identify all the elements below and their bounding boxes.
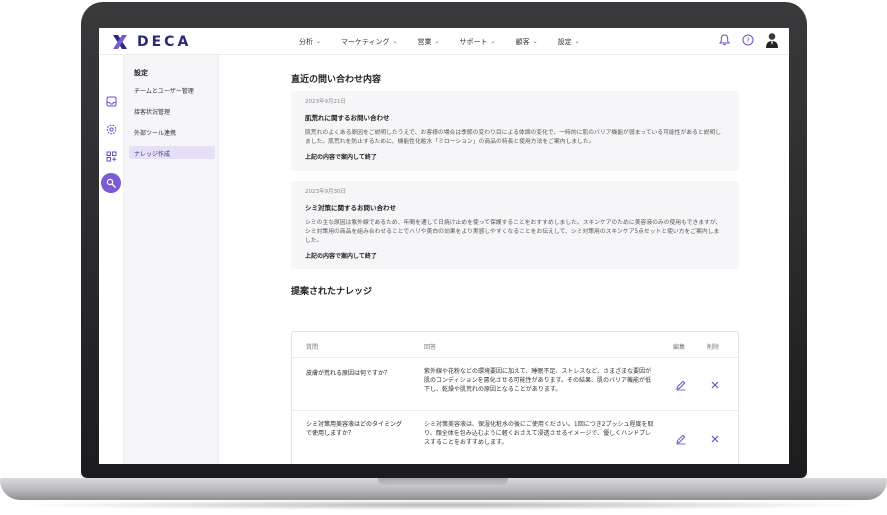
apps-add-icon[interactable]	[104, 149, 118, 163]
inquiry-date: 2023年9月30日	[305, 189, 346, 195]
submenu-item-external-tools[interactable]: 外部ツール連携	[134, 128, 176, 137]
chevron-down-icon: ⌄	[316, 38, 322, 45]
app-screen: DECA 分析 ⌄ マーケティング ⌄ 営業 ⌄ サポート ⌄ 顧客 ⌄ 設定 …	[99, 28, 789, 464]
nav-item-label: 設定	[557, 37, 572, 46]
inquiry-status: 上記の内容で案内して終了	[305, 154, 377, 161]
settings-gear-icon[interactable]	[104, 122, 118, 136]
nav-item-analytics[interactable]: 分析 ⌄	[299, 37, 321, 47]
inquiry-body: シミの主な原因は紫外線であるため、年間を通して日焼け止めを使って保護することをお…	[305, 220, 722, 244]
wrench-icon[interactable]	[101, 173, 121, 193]
recent-inquiries-title: 直近の問い合わせ内容	[291, 75, 382, 85]
submenu-item-team-users[interactable]: チームとユーザー管理	[134, 86, 194, 95]
column-header-answer: 回答	[424, 344, 437, 351]
column-header-edit: 編集	[673, 344, 686, 351]
nav-item-sales[interactable]: 営業 ⌄	[418, 37, 440, 47]
nav-item-label: マーケティング	[341, 37, 390, 46]
header-actions: ?	[717, 33, 779, 48]
inbox-icon[interactable]	[104, 94, 118, 108]
help-circle-icon[interactable]: ?	[741, 33, 755, 47]
top-navigation-bar: DECA 分析 ⌄ マーケティング ⌄ 営業 ⌄ サポート ⌄ 顧客 ⌄ 設定 …	[99, 28, 789, 55]
chevron-down-icon: ⌄	[490, 38, 496, 45]
logo-text: DECA	[137, 34, 192, 50]
main-content: 直近の問い合わせ内容 2023年9月21日 肌荒れに関するお問い合わせ 肌荒れの…	[219, 55, 789, 464]
knowledge-table: 質問 回答 編集 削除 皮膚が荒れる原因は何ですか？ 紫外線や花粉などの環境要因…	[291, 331, 739, 464]
nav-item-label: 顧客	[515, 37, 530, 46]
nav-item-label: 営業	[417, 37, 432, 46]
inquiry-card[interactable]: 2023年9月30日 シミ対策に関するお問い合わせ シミの主な原因は紫外線である…	[291, 181, 739, 269]
nav-item-label: サポート	[459, 37, 488, 46]
knowledge-answer: 紫外線や花粉などの環境要因に加えて、睡眠不足、ストレスなど、さまざまな要因が肌の…	[424, 368, 652, 393]
deca-logo-mark-icon	[113, 35, 127, 49]
edit-icon[interactable]	[675, 433, 687, 445]
nav-item-support[interactable]: サポート ⌄	[460, 37, 496, 47]
laptop-notch	[378, 478, 508, 487]
delete-icon[interactable]	[709, 379, 721, 391]
user-avatar[interactable]	[765, 33, 779, 48]
table-row: 皮膚が荒れる原因は何ですか？ 紫外線や花粉などの環境要因に加えて、睡眠不足、スト…	[292, 358, 738, 411]
deca-logo[interactable]: DECA	[111, 33, 191, 51]
inquiry-status: 上記の内容で案内して終了	[305, 253, 377, 260]
laptop-shadow	[10, 500, 877, 510]
main-menu: 分析 ⌄ マーケティング ⌄ 営業 ⌄ サポート ⌄ 顧客 ⌄ 設定 ⌄	[299, 28, 580, 55]
chevron-down-icon: ⌄	[574, 38, 580, 45]
chevron-down-icon: ⌄	[434, 38, 440, 45]
settings-submenu: 設定 チームとユーザー管理 接客状況管理 外部ツール連携 ナレッジ作成	[124, 55, 219, 464]
edit-icon[interactable]	[675, 379, 687, 391]
delete-icon[interactable]	[709, 433, 721, 445]
knowledge-answer: シミ対策美容液は、保湿化粧水の後にご使用ください。1回につき2プッシュ程度を取り…	[424, 421, 654, 446]
submenu-title: 設定	[134, 69, 148, 77]
icon-rail	[99, 55, 124, 464]
submenu-item-service-status[interactable]: 接客状況管理	[134, 107, 170, 116]
column-header-delete: 削除	[707, 344, 720, 351]
svg-text:?: ?	[746, 37, 750, 45]
nav-item-customers[interactable]: 顧客 ⌄	[516, 37, 538, 47]
knowledge-question: 皮膚が荒れる原因は何ですか？	[306, 370, 391, 377]
suggested-knowledge-title: 提案されたナレッジ	[291, 287, 373, 297]
inquiry-date: 2023年9月21日	[305, 99, 346, 105]
bell-icon[interactable]	[717, 33, 731, 47]
inquiry-subject: シミ対策に関するお問い合わせ	[305, 204, 396, 212]
inquiry-subject: 肌荒れに関するお問い合わせ	[305, 114, 390, 122]
knowledge-question: シミ対策用美容液はどのタイミングで使用しますか？	[306, 421, 403, 437]
table-header: 質問 回答 編集 削除	[292, 332, 738, 358]
chevron-down-icon: ⌄	[532, 38, 538, 45]
nav-item-settings[interactable]: 設定 ⌄	[558, 37, 580, 47]
chevron-down-icon: ⌄	[392, 38, 398, 45]
nav-item-marketing[interactable]: マーケティング ⌄	[341, 37, 397, 47]
nav-item-label: 分析	[299, 37, 313, 46]
inquiry-body: 肌荒れのよくある原因をご説明したうえで、お客様の場合は季節の変わり目による体調の…	[305, 130, 722, 145]
submenu-item-knowledge-creation[interactable]: ナレッジ作成	[129, 146, 215, 159]
inquiry-card[interactable]: 2023年9月21日 肌荒れに関するお問い合わせ 肌荒れのよくある原因をご説明し…	[291, 91, 739, 171]
column-header-question: 質問	[306, 344, 319, 351]
table-row: シミ対策用美容液はどのタイミングで使用しますか？ シミ対策美容液は、保湿化粧水の…	[292, 412, 738, 464]
